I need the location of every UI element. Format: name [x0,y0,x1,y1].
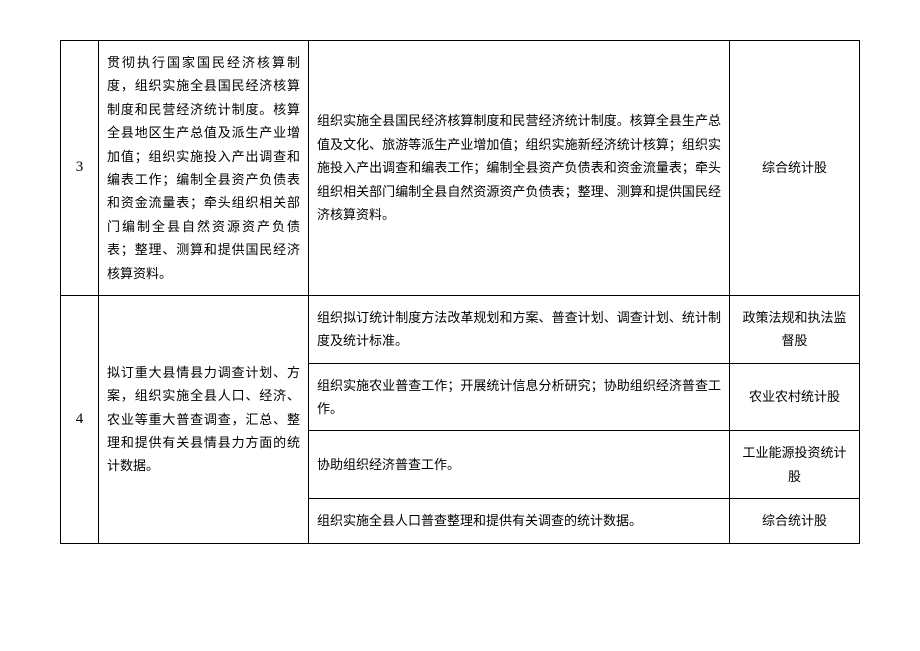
row-description: 拟订重大县情县力调查计划、方案，组织实施全县人口、经济、农业等重大普查调查，汇总… [99,295,309,543]
row-department: 综合统计股 [730,41,860,296]
row-number: 3 [61,41,99,296]
row-detail: 组织拟订统计制度方法改革规划和方案、普查计划、调查计划、统计制度及统计标准。 [309,295,730,363]
row-department: 综合统计股 [730,499,860,543]
table-row: 3 贯彻执行国家国民经济核算制度，组织实施全县国民经济核算制度和民营经济统计制度… [61,41,860,296]
row-detail: 组织实施全县人口普查整理和提供有关调查的统计数据。 [309,499,730,543]
responsibility-table: 3 贯彻执行国家国民经济核算制度，组织实施全县国民经济核算制度和民营经济统计制度… [60,40,860,544]
row-detail: 组织实施全县国民经济核算制度和民营经济统计制度。核算全县生产总值及文化、旅游等派… [309,41,730,296]
row-department: 农业农村统计股 [730,363,860,431]
row-description: 贯彻执行国家国民经济核算制度，组织实施全县国民经济核算制度和民营经济统计制度。核… [99,41,309,296]
table-row: 4 拟订重大县情县力调查计划、方案，组织实施全县人口、经济、农业等重大普查调查，… [61,295,860,363]
row-detail: 组织实施农业普查工作；开展统计信息分析研究；协助组织经济普查工作。 [309,363,730,431]
row-department: 政策法规和执法监督股 [730,295,860,363]
row-number: 4 [61,295,99,543]
row-detail: 协助组织经济普查工作。 [309,431,730,499]
row-department: 工业能源投资统计股 [730,431,860,499]
